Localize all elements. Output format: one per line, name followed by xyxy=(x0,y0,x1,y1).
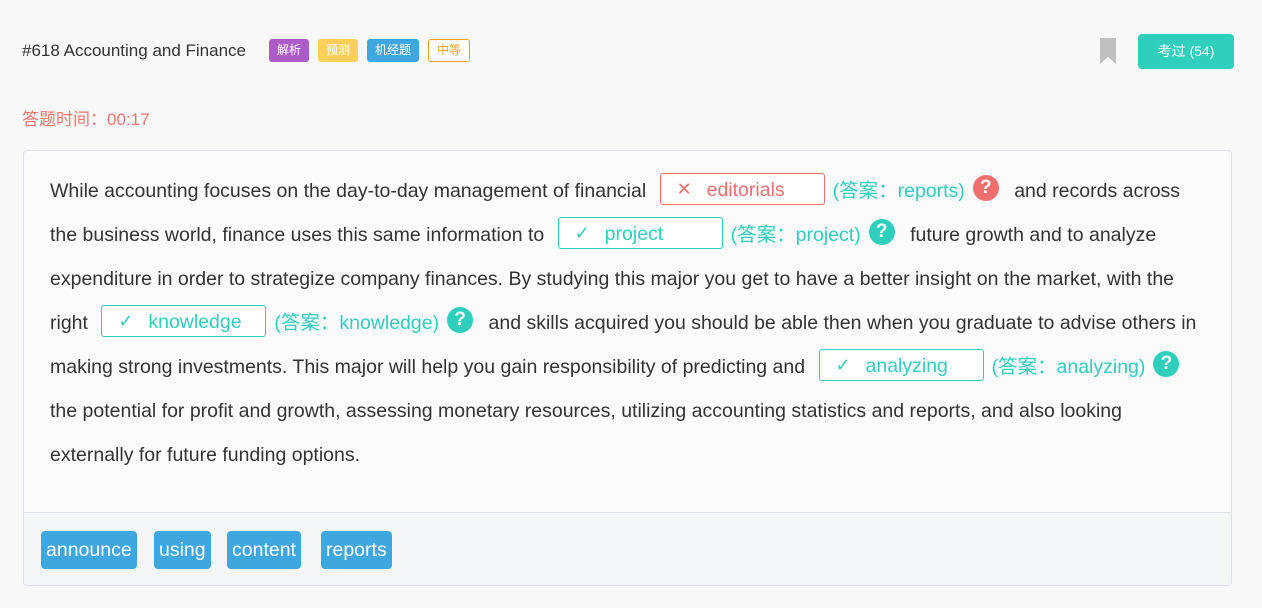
help-icon[interactable]: ? xyxy=(972,174,999,201)
tag-difficulty: 中等 xyxy=(428,39,471,62)
passed-count-button[interactable]: 考过 (54) xyxy=(1138,34,1234,69)
tag-exam-question[interactable]: 机经题 xyxy=(367,39,420,62)
question-title: #618 Accounting and Finance xyxy=(22,41,247,60)
blank-3[interactable]: ✓ knowledge xyxy=(101,304,267,337)
help-icon[interactable]: ? xyxy=(1153,350,1180,377)
help-icon[interactable]: ? xyxy=(868,218,895,245)
word-option-announce[interactable]: announce xyxy=(41,531,137,569)
wrong-icon: ✕ xyxy=(676,178,692,199)
word-option-reports[interactable]: reports xyxy=(321,531,392,569)
timer-label: 答题时间： xyxy=(22,110,107,129)
check-icon: ✓ xyxy=(574,222,590,243)
blank-2-value: project xyxy=(604,222,664,245)
question-header: #618 Accounting and Finance 解析 预测 机经题 中等… xyxy=(22,34,1234,69)
blank-4-answer: (答案：analyzing) xyxy=(991,356,1146,378)
word-bank: announce using content reports xyxy=(24,512,1231,585)
word-option-using[interactable]: using xyxy=(154,531,211,569)
blank-3-answer: (答案：knowledge) xyxy=(274,312,440,334)
check-icon: ✓ xyxy=(118,310,134,331)
blank-1[interactable]: ✕ editorials xyxy=(659,172,825,205)
word-option-content[interactable]: content xyxy=(227,531,301,569)
tag-list: 解析 预测 机经题 中等 xyxy=(269,39,471,62)
blank-2-answer: (答案：project) xyxy=(730,224,861,246)
blank-2[interactable]: ✓ project xyxy=(557,216,723,249)
help-icon[interactable]: ? xyxy=(447,306,474,333)
check-icon: ✓ xyxy=(835,354,851,375)
tag-prediction[interactable]: 预测 xyxy=(318,39,359,62)
blank-1-value: editorials xyxy=(706,178,785,201)
blank-3-value: knowledge xyxy=(148,310,242,333)
blank-1-answer: (答案：reports) xyxy=(832,180,965,202)
answer-timer: 答题时间：00:17 xyxy=(22,105,150,130)
blank-4[interactable]: ✓ analyzing xyxy=(818,348,984,381)
blank-4-value: analyzing xyxy=(865,354,948,377)
passage-segment: the potential for profit and growth, ass… xyxy=(50,400,1122,466)
timer-value: 00:17 xyxy=(107,110,150,129)
question-card: While accounting focuses on the day-to-d… xyxy=(23,150,1232,586)
bookmark-icon[interactable] xyxy=(1100,38,1116,64)
passage-text: While accounting focuses on the day-to-d… xyxy=(50,169,1210,477)
passage-segment: While accounting focuses on the day-to-d… xyxy=(50,180,652,202)
tag-analysis[interactable]: 解析 xyxy=(269,39,310,62)
